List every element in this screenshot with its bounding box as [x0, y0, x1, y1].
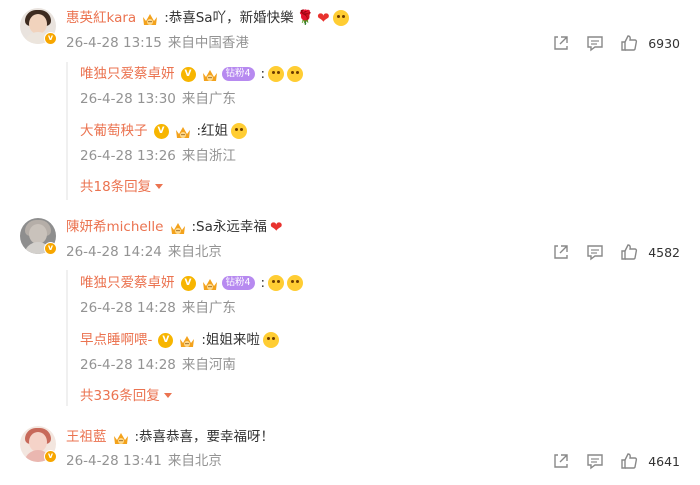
verified-v-icon: v	[44, 450, 57, 463]
comment-author[interactable]: 王祖藍	[66, 427, 107, 447]
comment-date: 26-4-28 13:15	[66, 35, 162, 51]
fan-crown-icon	[170, 222, 185, 234]
verified-v-icon: v	[44, 32, 57, 45]
reply-item: 早点睡啊喂- V :姐姐来啦	[80, 330, 279, 350]
comment-icon	[587, 245, 603, 260]
more-replies-link[interactable]: 共18条回复	[80, 177, 164, 197]
comment-button[interactable]	[578, 33, 612, 53]
reply-location: 来自广东	[181, 91, 236, 107]
chevron-down-icon	[155, 184, 164, 189]
fan-crown-icon	[113, 432, 128, 444]
reply-author[interactable]: 唯独只爱蔡卓妍	[80, 64, 175, 84]
smile-face-icon	[287, 66, 304, 82]
verified-v-icon: V	[153, 123, 169, 139]
blushing-face-icon	[332, 10, 349, 26]
comment-actions: 6930	[544, 33, 680, 53]
verified-v-icon: v	[44, 242, 57, 255]
comment-location: 来自北京	[167, 244, 222, 260]
comment-actions: 4582	[544, 242, 680, 262]
comment-text: :Sa永远幸福	[191, 219, 267, 235]
verified-v-icon: V	[158, 332, 174, 348]
like-count: 4641	[648, 453, 680, 469]
share-icon	[554, 36, 568, 50]
fan-level-badge: 钻粉4	[221, 276, 255, 290]
heart-icon: ❤	[269, 218, 283, 236]
comment-date: 26-4-28 14:24	[66, 244, 162, 260]
like-button[interactable]	[612, 451, 646, 471]
reply-text: :	[260, 66, 266, 82]
reply-date: 26-4-28 14:28	[80, 300, 176, 316]
share-icon	[554, 454, 568, 468]
comment-actions: 4641	[544, 451, 680, 471]
like-count: 4582	[648, 244, 680, 260]
reply-text: :红姐	[196, 123, 229, 139]
more-replies-label: 共18条回复	[80, 179, 152, 195]
like-button[interactable]	[612, 242, 646, 262]
share-button[interactable]	[544, 451, 578, 471]
crying-face-icon	[231, 123, 248, 139]
fan-crown-icon	[202, 69, 217, 81]
comment-location: 来自北京	[167, 453, 222, 469]
reply-location: 来自浙江	[181, 148, 236, 164]
like-icon	[621, 244, 638, 260]
reply-date: 26-4-28 13:26	[80, 148, 176, 164]
more-replies-link[interactable]: 共336条回复	[80, 386, 172, 406]
reply-item: 唯独只爱蔡卓妍 V 钻粉4 :	[80, 273, 304, 293]
comment-icon	[587, 454, 603, 469]
reply-date: 26-4-28 14:28	[80, 357, 176, 373]
share-button[interactable]	[544, 242, 578, 262]
comment-button[interactable]	[578, 242, 612, 262]
reply-date: 26-4-28 13:30	[80, 91, 176, 107]
like-count: 6930	[648, 35, 680, 51]
fan-crown-icon	[143, 13, 158, 25]
chevron-down-icon	[163, 393, 172, 398]
reply-text: :姐姐来啦	[201, 332, 260, 348]
comment-text: :恭喜Sa吖，新婚快樂	[164, 10, 294, 26]
verified-v-icon: V	[180, 66, 196, 82]
comment-item: v 陳妍希michelle :Sa永远幸福 ❤ 26-4-28 14:24 来自北…	[0, 210, 700, 410]
like-button[interactable]	[612, 33, 646, 53]
comment-meta: 26-4-28 13:15 来自中国香港	[66, 33, 249, 53]
reply-meta: 26-4-28 14:28 来自河南	[80, 355, 236, 375]
reply-item: 唯独只爱蔡卓妍 V 钻粉4 :	[80, 64, 304, 84]
comment-location: 来自中国香港	[167, 35, 249, 51]
comment-item: v 惠英紅kara :恭喜Sa吖，新婚快樂 🌹 ❤ 26-4-28 13:15 来…	[0, 0, 700, 205]
heart-icon: ❤	[317, 9, 330, 27]
reply-location: 来自河南	[181, 357, 236, 373]
comment-item: v 王祖藍 :恭喜恭喜，要幸福呀！ 26-4-28 13:41 来自北京 4641	[0, 420, 700, 485]
comment-meta: 26-4-28 14:24 来自北京	[66, 242, 222, 262]
comment-author[interactable]: 陳妍希michelle	[66, 217, 164, 237]
reply-meta: 26-4-28 14:28 来自广东	[80, 298, 236, 318]
comment-button[interactable]	[578, 451, 612, 471]
fan-level-badge: 钻粉4	[221, 67, 255, 81]
reply-author[interactable]: 大葡萄秧子	[80, 121, 148, 141]
love-face-icon	[268, 275, 285, 291]
reply-meta: 26-4-28 13:26 来自浙江	[80, 146, 236, 166]
reply-text: :	[260, 275, 266, 291]
comment-meta: 26-4-28 13:41 来自北京	[66, 451, 222, 471]
fan-crown-icon	[180, 335, 195, 347]
reply-author[interactable]: 早点睡啊喂-	[80, 330, 152, 350]
more-replies-label: 共336条回复	[80, 388, 160, 404]
wink-face-icon	[268, 66, 285, 82]
fan-crown-icon	[202, 278, 217, 290]
share-icon	[554, 245, 568, 259]
reply-author[interactable]: 唯独只爱蔡卓妍	[80, 273, 175, 293]
reply-meta: 26-4-28 13:30 来自广东	[80, 89, 236, 109]
comment-text: :恭喜恭喜，要幸福呀！	[134, 429, 275, 445]
like-icon	[621, 453, 638, 469]
like-icon	[621, 35, 638, 51]
comment-author[interactable]: 惠英紅kara	[66, 8, 136, 28]
reply-location: 来自广东	[181, 300, 236, 316]
cheer-face-icon	[262, 332, 279, 348]
comment-date: 26-4-28 13:41	[66, 453, 162, 469]
verified-v-icon: V	[180, 275, 196, 291]
rose-icon: 🌹	[296, 10, 315, 26]
share-button[interactable]	[544, 33, 578, 53]
reply-item: 大葡萄秧子 V :红姐	[80, 121, 248, 141]
love-face-icon	[287, 275, 304, 291]
fan-crown-icon	[175, 126, 190, 138]
comment-icon	[587, 36, 603, 51]
